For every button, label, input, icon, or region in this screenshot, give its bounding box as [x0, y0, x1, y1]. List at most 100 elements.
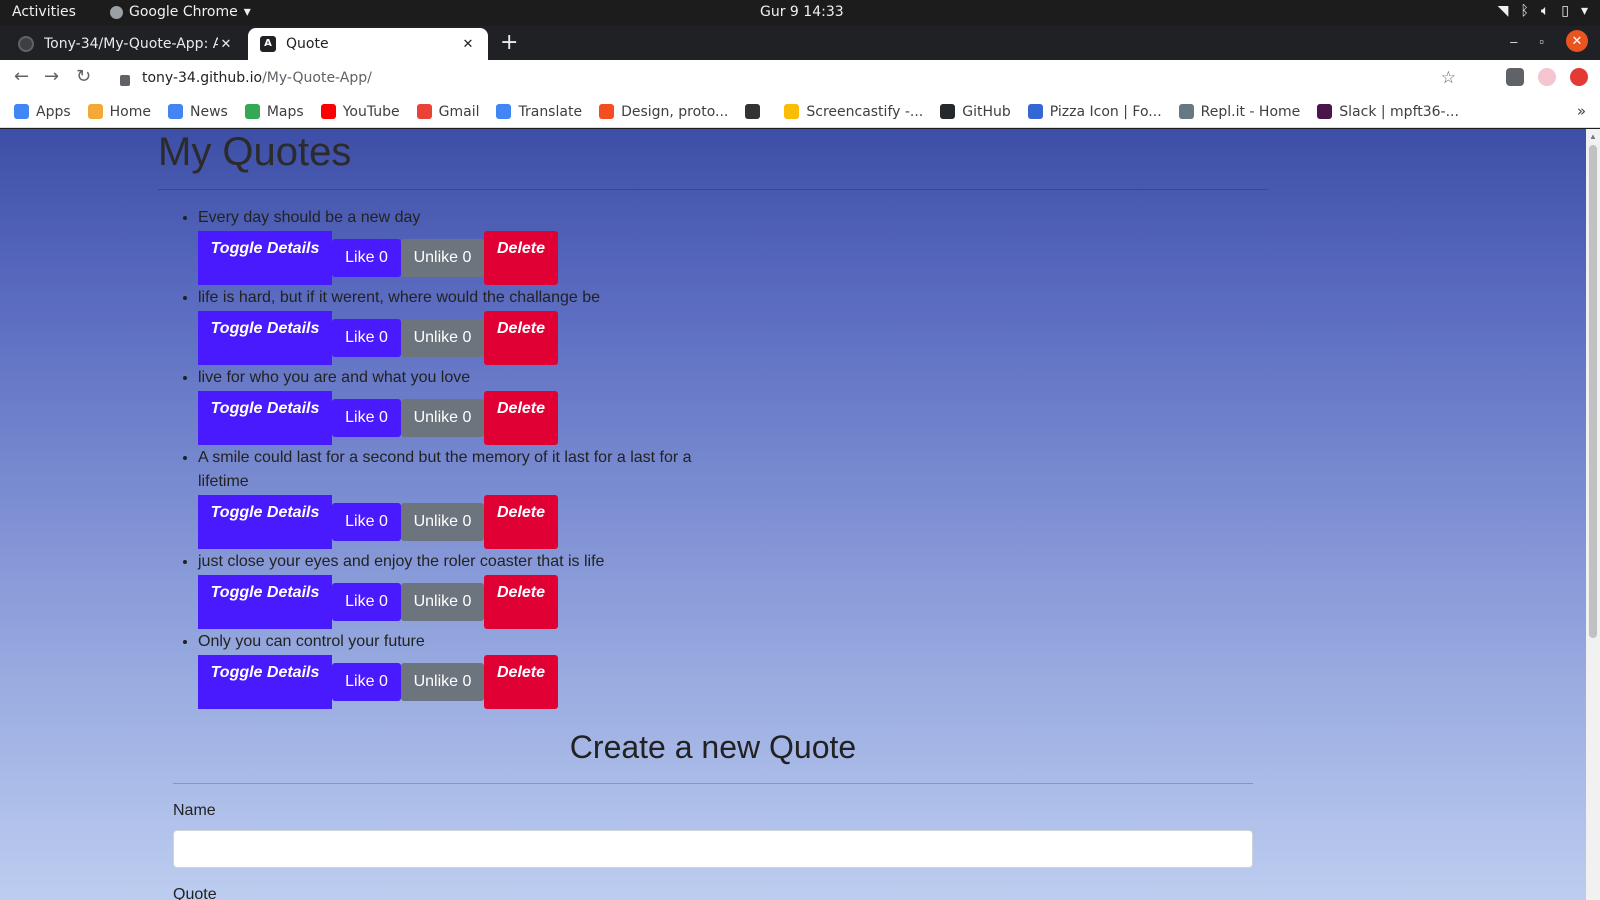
bookmark-label: Gmail	[438, 103, 480, 120]
like-button[interactable]: Like 0	[332, 663, 401, 701]
quote-form: Name Quote	[173, 767, 1253, 900]
toggle-details-button[interactable]: Toggle Details	[198, 655, 332, 709]
extensions-puzzle-icon[interactable]	[1506, 68, 1524, 86]
news-icon	[168, 104, 183, 119]
flag-icon	[1027, 104, 1043, 119]
quote-item: Every day should be a new day Toggle Deta…	[198, 206, 1268, 285]
chrome-icon	[110, 5, 123, 19]
bookmark-item[interactable]: News	[168, 104, 228, 120]
toggle-details-button[interactable]: Toggle Details	[198, 495, 332, 549]
new-tab-button[interactable]: +	[500, 30, 518, 55]
delete-button[interactable]: Delete	[484, 391, 558, 445]
maps-icon	[244, 104, 260, 119]
delete-button[interactable]: Delete	[484, 311, 558, 365]
bookmark-label: YouTube	[342, 103, 400, 120]
bookmark-item[interactable]: Repl.it - Home	[1178, 103, 1301, 120]
unlike-button[interactable]: Unlike 0	[401, 663, 484, 701]
bookmark-label: Home	[109, 103, 151, 120]
quote-actions: Toggle Details Like 0 Unlike 0 Delete	[198, 231, 1268, 285]
toggle-details-button[interactable]: Toggle Details	[198, 391, 332, 445]
clock[interactable]: Gur 9 14:33	[760, 4, 844, 20]
scrollbar[interactable]: ▲	[1586, 129, 1600, 900]
system-tray[interactable]: ◥ ᛒ 🔈︎ ▯ ▾	[1498, 3, 1588, 19]
home-icon	[87, 104, 103, 119]
bookmark-item[interactable]	[745, 104, 767, 119]
address-bar[interactable]: tony-34.github.io/My-Quote-App/ ☆	[110, 64, 1480, 92]
bookmark-label: Screencastify -...	[806, 103, 924, 120]
close-window-button[interactable]: ✕	[1566, 30, 1588, 52]
name-input[interactable]	[173, 830, 1253, 868]
delete-button[interactable]: Delete	[484, 495, 558, 549]
unlike-button[interactable]: Unlike 0	[401, 239, 484, 277]
replit-icon	[1178, 104, 1194, 119]
page-title: My Quotes	[158, 130, 352, 174]
scrollbar-thumb[interactable]	[1589, 145, 1597, 638]
like-button[interactable]: Like 0	[332, 239, 401, 277]
delete-button[interactable]: Delete	[484, 231, 558, 285]
app-menu[interactable]: Google Chrome ▾	[110, 4, 251, 20]
star-icon[interactable]: ☆	[1441, 68, 1456, 88]
screencastify-icon	[784, 104, 800, 119]
quote-item: A smile could last for a second but the …	[198, 446, 1268, 549]
main-container: My Quotes Every day should be a new day T…	[158, 129, 1268, 900]
angular-favicon-icon: A	[260, 36, 276, 52]
minimize-button[interactable]: –	[1510, 34, 1517, 49]
youtube-icon	[320, 104, 336, 119]
bookmark-item[interactable]: Home	[87, 103, 151, 120]
toggle-details-button[interactable]: Toggle Details	[198, 311, 332, 365]
app-name: Google Chrome	[129, 4, 238, 20]
restore-button[interactable]: ▫	[1539, 34, 1544, 49]
bookmark-item[interactable]: YouTube	[320, 103, 400, 120]
like-button[interactable]: Like 0	[332, 503, 401, 541]
system-top-bar: Activities Google Chrome ▾ Gur 9 14:33 ◥…	[0, 0, 1600, 26]
bookmark-item[interactable]: GitHub	[940, 104, 1011, 120]
scroll-up-icon[interactable]: ▲	[1589, 132, 1597, 141]
unlike-button[interactable]: Unlike 0	[401, 319, 484, 357]
profile-avatar-icon[interactable]	[1538, 68, 1556, 86]
browser-toolbar: ← → ↻ tony-34.github.io/My-Quote-App/ ☆	[0, 60, 1600, 96]
unlike-button[interactable]: Unlike 0	[401, 503, 484, 541]
bookmark-item[interactable]: Gmail	[416, 103, 480, 120]
back-button[interactable]: ←	[14, 66, 29, 87]
bookmark-item[interactable]: Maps	[244, 104, 304, 120]
extension-red-icon[interactable]	[1570, 68, 1588, 86]
forward-button[interactable]: →	[44, 66, 59, 87]
window-controls: – ▫ ✕	[1510, 30, 1588, 52]
activities-button[interactable]: Activities	[12, 4, 76, 20]
bookmark-label: Apps	[36, 103, 71, 120]
tab-quote[interactable]: A Quote ✕	[248, 28, 488, 60]
close-icon[interactable]: ✕	[218, 37, 234, 52]
like-button[interactable]: Like 0	[332, 583, 401, 621]
toggle-details-button[interactable]: Toggle Details	[198, 231, 332, 285]
tab-github[interactable]: Tony-34/My-Quote-App: A ✕	[6, 28, 246, 60]
bookmark-item[interactable]: Slack | mpft36-...	[1317, 104, 1459, 120]
bookmark-item[interactable]: Apps	[14, 104, 71, 120]
quote-actions: Toggle Details Like 0 Unlike 0 Delete	[198, 495, 1268, 549]
quote-text: live for who you are and what you love	[198, 369, 471, 386]
delete-button[interactable]: Delete	[484, 655, 558, 709]
reload-button[interactable]: ↻	[76, 66, 91, 87]
toggle-details-button[interactable]: Toggle Details	[198, 575, 332, 629]
quote-text: Only you can control your future	[198, 633, 425, 650]
quote-actions: Toggle Details Like 0 Unlike 0 Delete	[198, 311, 1268, 365]
quote-label: Quote	[173, 886, 217, 900]
unlike-button[interactable]: Unlike 0	[401, 583, 484, 621]
bookmark-item[interactable]: Translate	[496, 104, 582, 120]
like-button[interactable]: Like 0	[332, 319, 401, 357]
bookmark-label: Repl.it - Home	[1200, 103, 1301, 120]
bookmark-item[interactable]: Screencastify -...	[784, 104, 923, 120]
close-icon[interactable]: ✕	[460, 37, 476, 52]
tab-title: Tony-34/My-Quote-App: A	[44, 36, 218, 52]
globe-icon	[745, 104, 761, 119]
delete-button[interactable]: Delete	[484, 575, 558, 629]
bookmark-item[interactable]: Pizza Icon | Fo...	[1027, 104, 1162, 120]
unlike-button[interactable]: Unlike 0	[401, 399, 484, 437]
quote-list: Every day should be a new day Toggle Deta…	[158, 206, 1268, 709]
divider	[158, 189, 1268, 190]
bookmarks-overflow-button[interactable]: »	[1577, 102, 1586, 120]
like-button[interactable]: Like 0	[332, 399, 401, 437]
chevron-down-icon: ▾	[1580, 3, 1588, 19]
tab-title: Quote	[286, 36, 329, 52]
bookmark-label: Translate	[518, 103, 583, 120]
bookmark-item[interactable]: Design, proto...	[599, 104, 728, 120]
